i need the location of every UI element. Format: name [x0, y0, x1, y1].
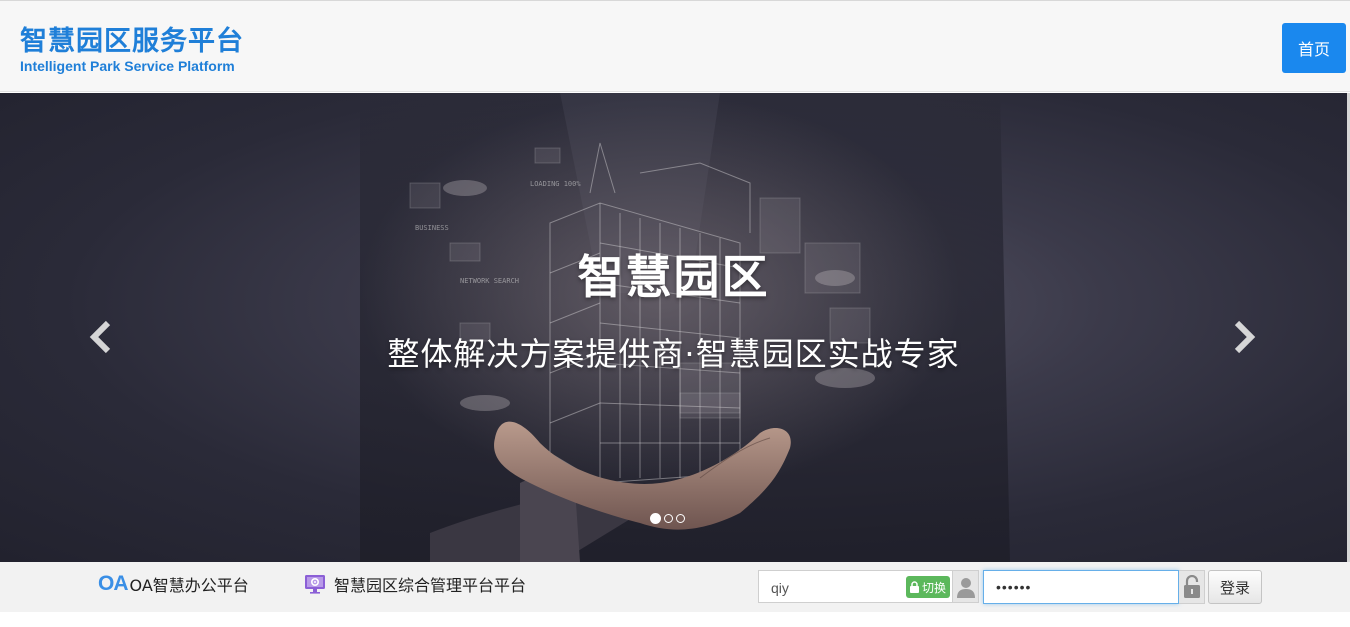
page-bottom	[0, 612, 1350, 627]
carousel-dot-1[interactable]	[650, 513, 661, 524]
login-button[interactable]: 登录	[1208, 570, 1262, 604]
chevron-left-icon	[89, 320, 111, 354]
login-bar: OA OA智慧办公平台 智慧园区综合管理平台平台 切换	[0, 562, 1350, 612]
oa-platform-label: OA智慧办公平台	[129, 576, 249, 595]
site-header: 智慧园区服务平台 Intelligent Park Service Platfo…	[0, 0, 1350, 92]
carousel-indicators	[650, 513, 688, 526]
management-platform-label: 智慧园区综合管理平台平台	[334, 576, 527, 595]
switch-account-button[interactable]: 切换	[905, 576, 950, 598]
background-text: LOADING 100%	[530, 180, 581, 188]
management-platform-link[interactable]: 智慧园区综合管理平台平台	[303, 572, 526, 596]
switch-account-label: 切换	[921, 580, 946, 595]
user-icon-addon	[953, 570, 979, 603]
logo-title[interactable]: 智慧园区服务平台	[20, 19, 244, 58]
hero-subtitle: 整体解决方案提供商·智慧园区实战专家	[387, 335, 960, 373]
background-text: BUSINESS	[415, 224, 449, 232]
username-field-wrapper: 切换	[758, 570, 953, 604]
oa-logo-icon: OA	[98, 572, 128, 595]
monitor-gear-icon	[305, 575, 325, 594]
user-icon	[956, 577, 975, 598]
password-input[interactable]	[983, 570, 1179, 604]
username-input[interactable]	[759, 571, 913, 604]
lock-icon	[909, 581, 919, 593]
carousel-dot-3[interactable]	[676, 514, 685, 523]
home-button[interactable]: 首页	[1282, 23, 1346, 73]
hero-title: 智慧园区	[577, 250, 770, 304]
hero-background-image: BUSINESS NETWORK SEARCH LOADING 100%	[360, 93, 1010, 562]
chevron-right-icon	[1234, 320, 1256, 354]
carousel-next-button[interactable]	[1223, 317, 1263, 357]
carousel-prev-button[interactable]	[82, 317, 122, 357]
hero-carousel: BUSINESS NETWORK SEARCH LOADING 100% 智慧园…	[0, 93, 1347, 562]
unlock-icon	[1183, 575, 1200, 598]
password-icon-addon	[1179, 570, 1205, 604]
carousel-dot-2[interactable]	[664, 514, 673, 523]
logo-subtitle: Intelligent Park Service Platform	[20, 58, 235, 74]
oa-platform-link[interactable]: OA OA智慧办公平台	[98, 572, 249, 596]
